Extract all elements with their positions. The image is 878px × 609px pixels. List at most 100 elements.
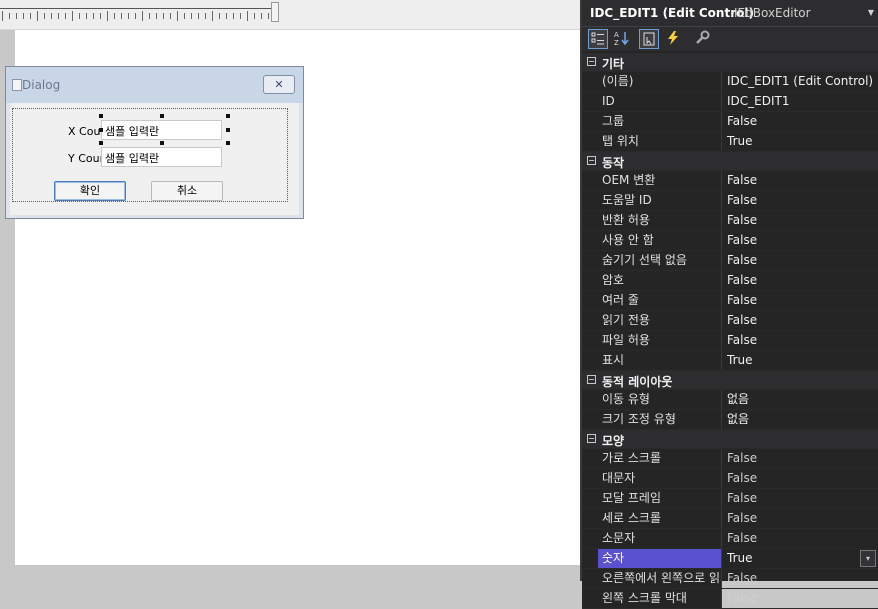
property-value[interactable]: True [723, 549, 878, 568]
property-row[interactable]: 이동 유형 없음 [582, 390, 878, 410]
selection-handle[interactable] [160, 141, 164, 145]
property-value[interactable]: False [723, 449, 878, 468]
property-name[interactable]: OEM 변환 [598, 171, 722, 190]
close-icon[interactable]: ✕ [263, 75, 295, 94]
property-value[interactable]: False [723, 469, 878, 488]
collapse-icon[interactable]: − [587, 156, 596, 165]
property-value[interactable]: False [723, 191, 878, 210]
property-name[interactable]: 여러 줄 [598, 291, 722, 310]
wrench-icon[interactable] [692, 29, 712, 49]
property-value[interactable]: False [723, 589, 878, 608]
property-row[interactable]: 사용 안 함 False [582, 231, 878, 251]
property-value[interactable]: False [723, 291, 878, 310]
object-selector[interactable]: IDC_EDIT1 (Edit Control) IEdBoxEditor ▼ [582, 0, 878, 27]
selection-handle[interactable] [99, 141, 103, 145]
chevron-down-icon[interactable]: ▾ [860, 550, 876, 567]
property-name[interactable]: 반환 허용 [598, 211, 722, 230]
alphabetical-icon[interactable]: AZ [611, 29, 631, 49]
property-value[interactable]: False [723, 112, 878, 131]
property-row[interactable]: 모달 프레임 False [582, 489, 878, 509]
property-name[interactable]: 그룹 [598, 112, 722, 131]
property-value[interactable]: False [723, 509, 878, 528]
selection-handle[interactable] [226, 114, 230, 118]
property-name[interactable]: 암호 [598, 271, 722, 290]
events-icon[interactable] [663, 29, 683, 49]
property-row[interactable]: 도움말 ID False [582, 191, 878, 211]
x-count-edit[interactable]: 샘플 입력란 [101, 120, 222, 140]
design-surface[interactable]: Dialog ✕ X Count Y Count 샘플 입력란 샘플 입력란 확… [5, 30, 580, 565]
property-value[interactable]: True [723, 351, 878, 370]
selection-handle[interactable] [99, 114, 103, 118]
property-row[interactable]: 읽기 전용 False [582, 311, 878, 331]
property-value[interactable]: False [723, 171, 878, 190]
property-value[interactable]: False [723, 271, 878, 290]
collapse-icon[interactable]: − [587, 57, 596, 66]
property-name[interactable]: 크기 조정 유형 [598, 410, 722, 429]
property-row[interactable]: 파일 허용 False [582, 331, 878, 351]
property-name[interactable]: 숫자 [598, 549, 722, 568]
categorized-icon[interactable] [588, 29, 608, 49]
property-name[interactable]: 파일 허용 [598, 331, 722, 350]
cancel-button[interactable]: 취소 [151, 181, 223, 201]
property-row[interactable]: 표시 True [582, 351, 878, 371]
property-value[interactable]: False [723, 529, 878, 548]
property-value[interactable]: False [723, 489, 878, 508]
property-value[interactable]: False [723, 569, 878, 588]
property-row[interactable]: ID IDC_EDIT1 [582, 92, 878, 112]
properties-icon[interactable] [639, 29, 659, 49]
ok-button[interactable]: 확인 [54, 181, 126, 201]
property-name[interactable]: 사용 안 함 [598, 231, 722, 250]
selection-handle[interactable] [226, 128, 230, 132]
property-name[interactable]: 표시 [598, 351, 722, 370]
property-row[interactable]: 크기 조정 유형 없음 [582, 410, 878, 430]
property-row[interactable]: 반환 허용 False [582, 211, 878, 231]
property-name[interactable]: 세로 스크롤 [598, 509, 722, 528]
property-value[interactable]: IDC_EDIT1 (Edit Control) [723, 72, 878, 91]
dialog-window[interactable]: Dialog ✕ X Count Y Count 샘플 입력란 샘플 입력란 확… [5, 66, 304, 219]
property-grid[interactable]: − 기타 (이름) IDC_EDIT1 (Edit Control) ID IDC_EDI… [582, 53, 878, 609]
y-count-edit[interactable]: 샘플 입력란 [101, 147, 222, 167]
property-value[interactable]: False [723, 251, 878, 270]
property-row[interactable]: 탭 위치 True [582, 132, 878, 152]
ruler-guide-handle[interactable] [271, 2, 279, 22]
property-row[interactable]: 오른쪽에서 왼쪽으로 읽기 False [582, 569, 878, 589]
property-value[interactable]: False [723, 311, 878, 330]
property-name[interactable]: 도움말 ID [598, 191, 722, 210]
property-row[interactable]: 왼쪽 스크롤 막대 False [582, 589, 878, 609]
collapse-icon[interactable]: − [587, 375, 596, 384]
dialog-titlebar[interactable]: Dialog ✕ [6, 67, 303, 103]
collapse-icon[interactable]: − [587, 434, 596, 443]
property-name[interactable]: 오른쪽에서 왼쪽으로 읽기 [598, 569, 722, 588]
property-name[interactable]: (이름) [598, 72, 722, 91]
category-header[interactable]: − 모양 [582, 430, 878, 449]
property-name[interactable]: 소문자 [598, 529, 722, 548]
category-header[interactable]: − 동작 [582, 152, 878, 171]
property-value[interactable]: 없음 [723, 410, 878, 429]
property-row[interactable]: 숨기기 선택 없음 False [582, 251, 878, 271]
property-name[interactable]: 숨기기 선택 없음 [598, 251, 722, 270]
selection-handle[interactable] [160, 114, 164, 118]
property-row[interactable]: 소문자 False [582, 529, 878, 549]
property-row[interactable]: 세로 스크롤 False [582, 509, 878, 529]
property-value[interactable]: IDC_EDIT1 [723, 92, 878, 111]
property-name[interactable]: 모달 프레임 [598, 489, 722, 508]
property-row[interactable]: 암호 False [582, 271, 878, 291]
property-row[interactable]: 대문자 False [582, 469, 878, 489]
property-name[interactable]: 가로 스크롤 [598, 449, 722, 468]
property-name[interactable]: 읽기 전용 [598, 311, 722, 330]
property-name[interactable]: 탭 위치 [598, 132, 722, 151]
dialog-client-area[interactable]: X Count Y Count 샘플 입력란 샘플 입력란 확인 취소 [10, 103, 299, 215]
property-row[interactable]: 숫자 True ▾ [582, 549, 878, 569]
property-value[interactable]: True [723, 132, 878, 151]
chevron-down-icon[interactable]: ▼ [868, 8, 874, 17]
property-row[interactable]: 가로 스크롤 False [582, 449, 878, 469]
property-row[interactable]: 그룹 False [582, 112, 878, 132]
property-name[interactable]: 대문자 [598, 469, 722, 488]
property-name[interactable]: ID [598, 92, 722, 111]
property-name[interactable]: 이동 유형 [598, 390, 722, 409]
property-name[interactable]: 왼쪽 스크롤 막대 [598, 589, 722, 608]
category-header[interactable]: − 동적 레이아웃 [582, 371, 878, 390]
selection-handle[interactable] [99, 128, 103, 132]
property-value[interactable]: 없음 [723, 390, 878, 409]
category-header[interactable]: − 기타 [582, 53, 878, 72]
